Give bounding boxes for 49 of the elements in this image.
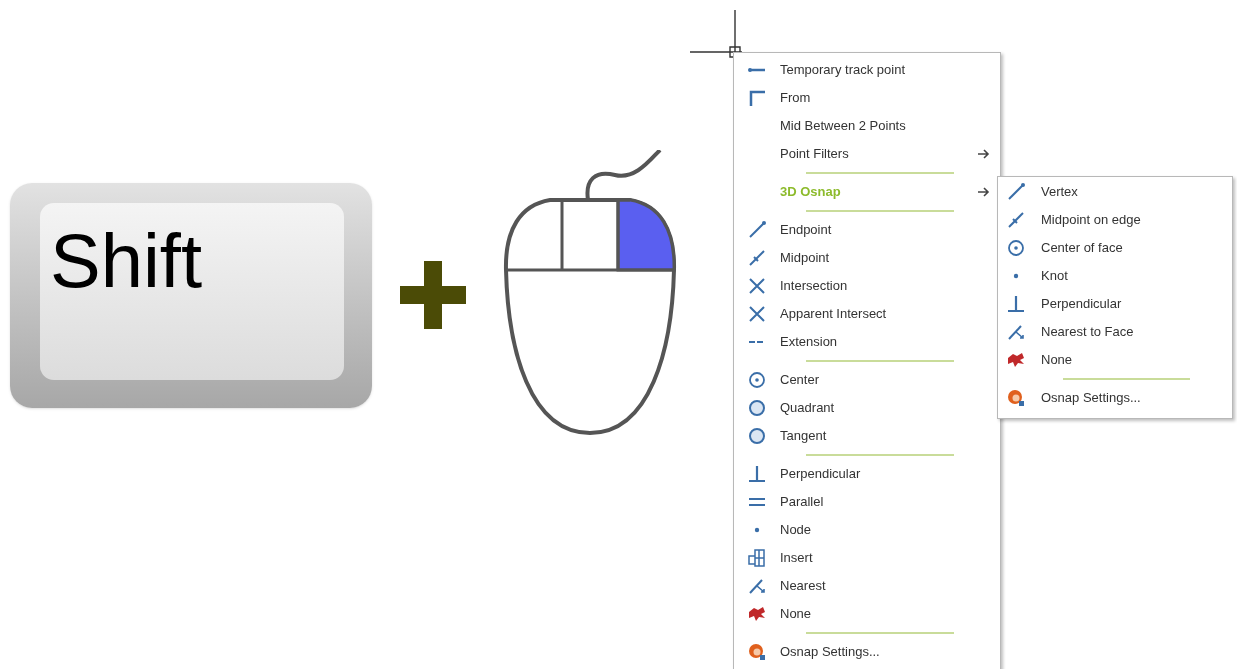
menu-item[interactable]: Quadrant <box>734 394 1000 422</box>
arrow-right-icon <box>978 149 990 159</box>
menu-item[interactable]: Midpoint <box>734 244 1000 272</box>
circle-icon <box>747 426 767 446</box>
menu-item[interactable]: Temporary track point <box>734 56 1000 84</box>
menu-item[interactable]: Perpendicular <box>998 290 1232 318</box>
key-label: Shift <box>50 217 203 303</box>
perpendicular-icon <box>1006 294 1026 314</box>
crosshair-cursor-icon <box>690 10 744 60</box>
menu-item[interactable]: Midpoint on edge <box>998 206 1232 234</box>
menu-item[interactable]: Parallel <box>734 488 1000 516</box>
menu-item[interactable]: Nearest to Face <box>998 318 1232 346</box>
menu-item[interactable]: Point Filters <box>734 140 1000 168</box>
menu-item[interactable]: Node <box>734 516 1000 544</box>
menu-item[interactable]: Intersection <box>734 272 1000 300</box>
perpendicular-icon <box>747 464 767 484</box>
circle-dot-icon <box>1006 238 1026 258</box>
diagonal-line-icon <box>1006 182 1026 202</box>
dashed-line-icon <box>747 67 767 73</box>
corner-icon <box>747 88 767 108</box>
cross-icon <box>747 304 767 324</box>
menu-item[interactable]: Nearest <box>734 572 1000 600</box>
diagonal-line-icon <box>1006 210 1026 230</box>
arrow-right-icon <box>978 187 990 197</box>
menu-item[interactable]: Extension <box>734 328 1000 356</box>
grid-icon <box>747 548 767 568</box>
menu-item[interactable]: Apparent Intersect <box>734 300 1000 328</box>
plus-icon <box>400 261 466 329</box>
swirl-icon <box>747 642 767 662</box>
menu-item[interactable]: None <box>998 346 1232 374</box>
menu-item[interactable]: Vertex <box>998 178 1232 206</box>
menu-item[interactable]: Tangent <box>734 422 1000 450</box>
circle-icon <box>747 398 767 418</box>
menu-item[interactable]: From <box>734 84 1000 112</box>
menu-item[interactable]: Osnap Settings... <box>998 384 1232 412</box>
menu-item[interactable]: Insert <box>734 544 1000 572</box>
diagonal-line-icon <box>747 220 767 240</box>
menu-item[interactable]: Knot <box>998 262 1232 290</box>
diagonal-line-icon <box>747 248 767 268</box>
menu-item[interactable]: Mid Between 2 Points <box>734 112 1000 140</box>
menu-item[interactable]: Perpendicular <box>734 460 1000 488</box>
swirl-icon <box>1006 388 1026 408</box>
menu-item[interactable]: Endpoint <box>734 216 1000 244</box>
menu-item[interactable]: Center of face <box>998 234 1232 262</box>
circle-dot-icon <box>747 370 767 390</box>
cross-icon <box>747 276 767 296</box>
menu-item[interactable]: Center <box>734 366 1000 394</box>
menu-item[interactable]: None <box>734 600 1000 628</box>
menu-item[interactable]: Osnap Settings... <box>734 638 1000 666</box>
